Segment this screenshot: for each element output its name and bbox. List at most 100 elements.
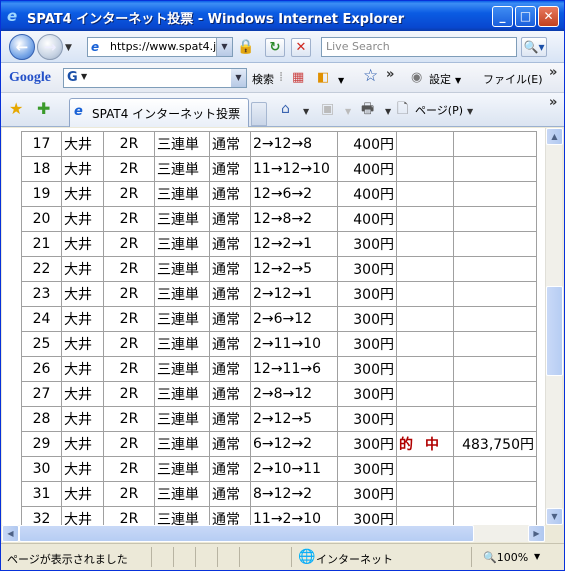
new-tab-button[interactable] [251, 102, 267, 126]
maximize-button[interactable]: □ [515, 6, 536, 27]
feeds-icon[interactable]: ▣ [321, 101, 334, 117]
payout-cell [453, 206, 537, 232]
settings-icon[interactable]: ◉ [411, 70, 422, 86]
bet-number: 25 [21, 331, 62, 357]
feeds-dropdown-icon[interactable]: ▼ [345, 104, 351, 120]
tab-spat4[interactable]: e SPAT4 インターネット投票 [69, 98, 249, 127]
combination-cell: 8→12→2 [250, 481, 338, 507]
search-input[interactable]: Live Search [321, 37, 517, 57]
favorites-star-icon[interactable]: ★ [9, 100, 23, 118]
bet-number: 26 [21, 356, 62, 382]
bet-type-cell: 三連単 [154, 506, 210, 525]
address-field[interactable]: https://www.spat4.jp [87, 37, 233, 57]
race-cell: 2R [103, 256, 155, 282]
search-button[interactable]: 🔍▾ [521, 37, 547, 57]
result-cell [396, 331, 454, 357]
venue-cell: 大井 [61, 156, 104, 182]
print-dropdown-icon[interactable]: ▼ [385, 104, 391, 120]
combination-cell: 2→12→1 [250, 281, 338, 307]
table-row: 19 大井 2R 三連単 通常 12→6→2 400円 [21, 181, 537, 207]
amount-cell: 300円 [337, 356, 397, 382]
star-bookmark-icon[interactable]: ☆ [363, 68, 378, 85]
lock-icon[interactable]: 🔒 [237, 39, 254, 55]
result-cell [396, 406, 454, 432]
refresh-button[interactable]: ↻ [265, 38, 285, 57]
result-cell [396, 206, 454, 232]
combination-cell: 12→2→5 [250, 256, 338, 282]
amount-cell: 300円 [337, 331, 397, 357]
google-search-button[interactable]: 検索 [252, 71, 274, 87]
home-icon[interactable]: ⌂ [281, 101, 290, 117]
race-cell: 2R [103, 181, 155, 207]
vertical-scrollbar[interactable]: ▲ ▼ [545, 128, 563, 525]
back-button[interactable]: ← [9, 34, 35, 60]
combination-cell: 2→11→10 [250, 331, 338, 357]
address-dropdown-icon[interactable]: ▼ [216, 38, 232, 56]
status-bar: ページが表示されました 🌐 インターネット 🔍100% ▼ [1, 543, 564, 570]
horizontal-scrollbar[interactable]: ◀ ▶ [2, 525, 545, 542]
settings-menu[interactable]: 設定 [429, 71, 451, 87]
scrollbar-corner [545, 525, 562, 542]
payout-cell [453, 456, 537, 482]
result-cell [396, 506, 454, 525]
scroll-right-icon[interactable]: ▶ [528, 525, 545, 542]
result-cell [396, 156, 454, 182]
settings-dropdown-icon[interactable]: ▼ [455, 73, 461, 89]
zoom-dropdown-icon[interactable]: ▼ [534, 552, 540, 561]
table-row: 25 大井 2R 三連単 通常 2→11→10 300円 [21, 331, 537, 357]
table-row: 24 大井 2R 三連単 通常 2→6→12 300円 [21, 306, 537, 332]
forward-button[interactable]: → [37, 34, 63, 60]
status-divider [195, 547, 196, 567]
close-button[interactable]: ✕ [538, 6, 559, 27]
print-icon[interactable]: 🖶 [361, 101, 374, 117]
popup-blocker-icon[interactable]: ▦ [292, 70, 304, 86]
file-menu[interactable]: ファイル(E) [483, 71, 543, 87]
payout-cell [453, 181, 537, 207]
internet-zone-icon[interactable]: 🌐 [298, 549, 315, 565]
zoom-level[interactable]: 🔍100% [483, 551, 528, 564]
method-cell: 通常 [209, 281, 251, 307]
page-dropdown-icon[interactable]: ▼ [467, 104, 473, 120]
payout-cell [453, 256, 537, 282]
race-cell: 2R [103, 131, 155, 157]
google-g-dropdown-icon[interactable]: ▼ [81, 72, 87, 81]
title-bar[interactable]: e SPAT4 インターネット投票 - Windows Internet Exp… [1, 1, 564, 31]
google-search-input[interactable] [63, 68, 247, 88]
toolbar-separator-icon: ⁞ [279, 70, 284, 85]
menu-overflow-chevron-icon[interactable]: » [549, 65, 557, 80]
google-history-dropdown-icon[interactable]: ▼ [231, 69, 246, 87]
scroll-down-icon[interactable]: ▼ [546, 508, 563, 525]
ie-logo-icon: e [7, 7, 18, 25]
google-bookmark-icon[interactable]: ◧ [317, 70, 329, 86]
security-zone[interactable]: インターネット [316, 551, 393, 567]
tabbar-overflow-chevron-icon[interactable]: » [549, 95, 557, 110]
more-chevron-icon[interactable]: » [386, 67, 394, 82]
page-menu[interactable]: ページ(P) [415, 102, 463, 118]
payout-cell [453, 281, 537, 307]
google-g-icon[interactable]: G [67, 70, 78, 86]
horizontal-scroll-thumb[interactable] [19, 525, 474, 542]
venue-cell: 大井 [61, 481, 104, 507]
bookmark-dropdown-icon[interactable]: ▼ [338, 73, 344, 89]
stop-button[interactable]: ✕ [291, 38, 311, 57]
table-row: 26 大井 2R 三連単 通常 12→11→6 300円 [21, 356, 537, 382]
scroll-left-icon[interactable]: ◀ [2, 525, 19, 542]
bet-type-cell: 三連単 [154, 231, 210, 257]
page-icon-toolbar[interactable]: 🗋 [397, 101, 408, 117]
venue-cell: 大井 [61, 381, 104, 407]
minimize-button[interactable]: _ [492, 6, 513, 27]
table-row: 31 大井 2R 三連単 通常 8→12→2 300円 [21, 481, 537, 507]
add-favorites-icon[interactable]: ✚ [37, 100, 50, 118]
race-cell: 2R [103, 456, 155, 482]
amount-cell: 300円 [337, 306, 397, 332]
race-cell: 2R [103, 381, 155, 407]
home-dropdown-icon[interactable]: ▼ [303, 104, 309, 120]
vertical-scroll-thumb[interactable] [546, 286, 563, 376]
google-logo[interactable]: Google [9, 70, 51, 86]
amount-cell: 300円 [337, 231, 397, 257]
history-dropdown-icon[interactable]: ▼ [65, 43, 72, 53]
race-cell: 2R [103, 306, 155, 332]
scroll-up-icon[interactable]: ▲ [546, 128, 563, 145]
bet-type-cell: 三連単 [154, 431, 210, 457]
combination-cell: 2→10→11 [250, 456, 338, 482]
